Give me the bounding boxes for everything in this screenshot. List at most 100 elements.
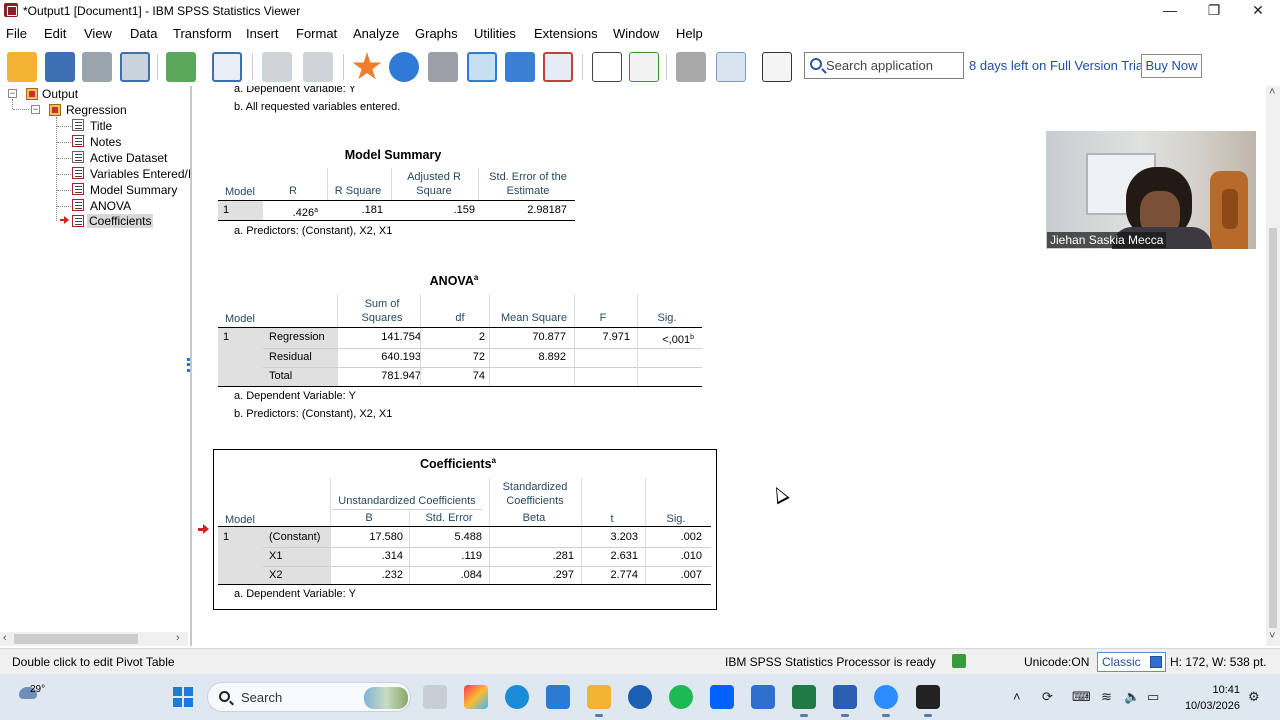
save-icon[interactable] (45, 52, 75, 82)
taskbar-search[interactable]: Search (207, 682, 411, 712)
restore-button[interactable]: ❐ (1192, 0, 1236, 22)
web-icon[interactable] (389, 52, 419, 82)
goto-data-icon[interactable] (212, 52, 242, 82)
menu-view[interactable]: View (84, 26, 112, 41)
splitter-grip-icon[interactable] (187, 358, 190, 372)
select-cases-icon[interactable] (467, 52, 497, 82)
menu-graphs[interactable]: Graphs (415, 26, 458, 41)
insert-output-icon[interactable] (716, 52, 746, 82)
scrollbar-thumb[interactable] (14, 634, 138, 644)
notepad-icon[interactable] (751, 685, 775, 709)
menu-edit[interactable]: Edit (44, 26, 66, 41)
menu-help[interactable]: Help (676, 26, 703, 41)
battery-icon[interactable]: ▭ (1147, 689, 1159, 705)
close-button[interactable]: ✕ (1236, 0, 1280, 22)
ms-std-error-value: 2.98187 (527, 204, 567, 216)
coef-row-x1-se: .119 (461, 550, 482, 562)
coef-row-x2-b: .232 (381, 569, 403, 581)
dropbox-icon[interactable] (710, 685, 734, 709)
print-preview-icon[interactable] (120, 52, 150, 82)
minimize-button[interactable]: — (1148, 0, 1192, 22)
scroll-left-icon[interactable]: ‹ (3, 632, 7, 644)
export-icon[interactable] (166, 52, 196, 82)
data-dictionary-icon[interactable] (428, 52, 458, 82)
menu-analyze[interactable]: Analyze (353, 26, 399, 41)
copilot-icon[interactable] (464, 685, 488, 709)
regression-book-icon (49, 104, 61, 116)
tree-title[interactable]: Title (90, 119, 112, 133)
classic-mode-toggle[interactable]: Classic (1097, 652, 1166, 672)
start-button[interactable] (173, 687, 193, 707)
value-labels-icon[interactable] (543, 52, 573, 82)
system-clock[interactable]: 10:41 10/03/2026 (1182, 682, 1240, 714)
status-hint: Double click to edit Pivot Table (12, 655, 175, 669)
redo-icon[interactable] (303, 52, 333, 82)
menu-insert[interactable]: Insert (246, 26, 279, 41)
coef-row-x2-label: X2 (269, 569, 283, 581)
undo-icon[interactable] (262, 52, 292, 82)
mail-icon[interactable] (546, 685, 570, 709)
print-icon[interactable] (82, 52, 112, 82)
open-folder-icon[interactable] (7, 52, 37, 82)
ms-r-value: .426a (264, 201, 318, 220)
buy-now-button[interactable]: Buy Now (1141, 54, 1202, 78)
run-script-icon[interactable] (629, 52, 659, 82)
word-icon[interactable] (833, 685, 857, 717)
outline-horizontal-scrollbar[interactable]: ‹ › (0, 632, 188, 646)
menu-extensions[interactable]: Extensions (534, 26, 598, 41)
tree-output[interactable]: Output (42, 87, 78, 101)
spss-viewer-window: *Output1 [Document1] - IBM SPSS Statisti… (0, 0, 1280, 720)
spotify-icon[interactable] (669, 685, 693, 709)
tree-regression[interactable]: Regression (66, 103, 127, 117)
tree-output-label: Output (42, 87, 79, 101)
show-hidden-icons-icon[interactable]: ˄ (1013, 689, 1021, 704)
hp-icon[interactable] (628, 685, 652, 709)
spss-app-icon (4, 3, 18, 17)
volume-icon[interactable]: 🔈 (1124, 689, 1140, 705)
star-icon[interactable] (352, 52, 382, 80)
status-bar: Double click to edit Pivot Table IBM SPS… (0, 648, 1280, 674)
tree-variables-entered[interactable]: Variables Entered/I (90, 167, 191, 181)
tree-anova[interactable]: ANOVA (90, 199, 131, 213)
tree-active-dataset[interactable]: Active Dataset (90, 151, 167, 165)
menu-data[interactable]: Data (130, 26, 157, 41)
scroll-down-icon[interactable]: ˅ (1269, 630, 1275, 642)
tree-active-dataset-label: Active Dataset (90, 151, 168, 165)
search-application[interactable] (804, 52, 964, 79)
spss-taskbar-icon[interactable] (916, 685, 940, 717)
coef-header-std-error: Std. Error (425, 512, 473, 524)
wifi-icon[interactable]: ≋ (1101, 689, 1112, 705)
split-file-icon[interactable] (505, 52, 535, 82)
processor-status: IBM SPSS Statistics Processor is ready (725, 655, 936, 669)
search-input[interactable] (826, 56, 960, 75)
mouse-cursor-icon (769, 483, 790, 505)
scroll-right-icon[interactable]: › (176, 632, 180, 644)
collapse-regression-toggle[interactable]: − (31, 105, 40, 114)
vertical-scrollbar-thumb[interactable] (1269, 228, 1277, 628)
ms-header-model: Model (225, 186, 255, 198)
output-vertical-scrollbar[interactable]: ˄ ˅ (1266, 86, 1280, 646)
task-view-icon[interactable] (423, 685, 447, 709)
syntax-icon[interactable] (592, 52, 622, 82)
excel-icon[interactable] (792, 685, 816, 717)
zoom-icon[interactable] (874, 685, 898, 717)
edge-icon[interactable] (505, 685, 529, 709)
tree-model-summary[interactable]: Model Summary (90, 183, 177, 197)
menu-transform[interactable]: Transform (173, 26, 232, 41)
coefficients-title-footnote: a (491, 456, 496, 465)
menu-file[interactable]: File (6, 26, 27, 41)
window-title: *Output1 [Document1] - IBM SPSS Statisti… (23, 4, 301, 18)
collapse-output-toggle[interactable]: − (8, 89, 17, 98)
tree-notes[interactable]: Notes (90, 135, 121, 149)
file-explorer-icon[interactable] (587, 685, 611, 717)
tree-coefficients[interactable]: Coefficients (87, 214, 154, 228)
menu-utilities[interactable]: Utilities (474, 26, 516, 41)
ai-output-icon[interactable] (762, 52, 792, 82)
language-icon[interactable]: ⌨ (1072, 689, 1091, 705)
notification-icon[interactable]: ⚙ (1248, 689, 1260, 705)
sync-icon[interactable]: ⟳ (1042, 689, 1053, 705)
search-icon (219, 691, 230, 702)
scroll-up-icon[interactable]: ˄ (1269, 86, 1275, 98)
menu-window[interactable]: Window (613, 26, 659, 41)
menu-format[interactable]: Format (296, 26, 337, 41)
